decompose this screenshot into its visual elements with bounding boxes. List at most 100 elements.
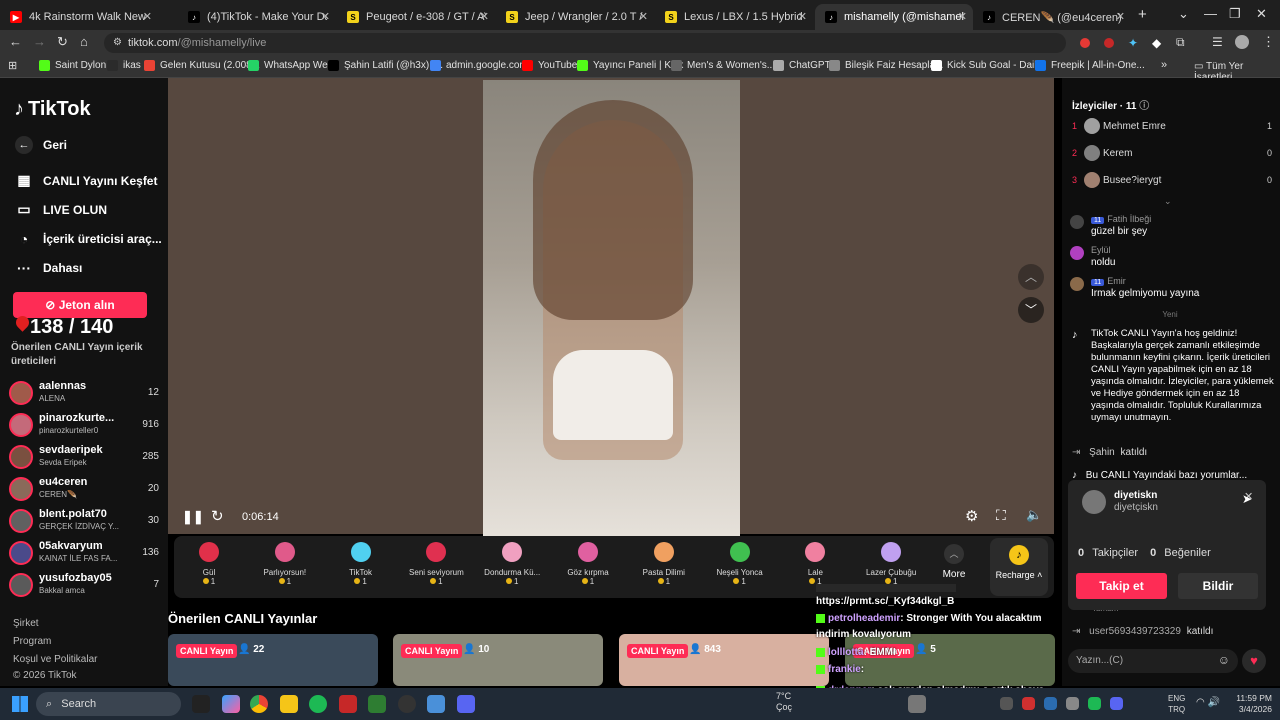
url-bar[interactable]: ⚙ tiktok.com/@mishamelly/live	[104, 33, 1066, 53]
tray-icon[interactable]	[1022, 697, 1035, 710]
get-coins-button[interactable]: ⊘ Jeton alın	[13, 292, 147, 318]
bookmarks-more-button[interactable]: »	[1161, 59, 1167, 71]
chat-message[interactable]: 11 Emir Irmak gelmiyomu yayına	[1070, 276, 1270, 302]
weather-widget[interactable]: 7°C Çoç	[776, 691, 792, 713]
profile-avatar[interactable]	[1235, 35, 1249, 49]
suggested-creator[interactable]: sevdaeripek Sevda Eripek 285	[9, 444, 159, 472]
recommended-live-card[interactable]: CANLI Yayın 👤 10	[393, 634, 603, 686]
bookmark-item[interactable]: Saint Dylon	[39, 60, 106, 71]
maximize-button[interactable]: ❐	[1229, 6, 1241, 22]
suggested-creator[interactable]: eu4ceren CEREN🪶 20	[9, 476, 159, 504]
pause-button[interactable]: ❚❚	[182, 509, 204, 525]
tray-icon[interactable]	[1066, 697, 1079, 710]
app-icon[interactable]	[427, 695, 445, 713]
bookmark-item[interactable]: Gelen Kutusu (2.008...	[144, 60, 260, 71]
app-icon[interactable]	[368, 695, 386, 713]
bookmark-item[interactable]: admin.google.com	[430, 60, 528, 71]
gifts-more-button[interactable]: ︿ More	[936, 544, 972, 580]
discord-icon[interactable]	[457, 695, 475, 713]
close-tab-icon[interactable]: ✕	[798, 10, 807, 23]
gift-item[interactable]: TikTok 1	[326, 540, 396, 586]
report-button[interactable]: Bildir	[1178, 573, 1258, 599]
explorer-icon[interactable]	[280, 695, 298, 713]
suggested-creator[interactable]: blent.polat70 GERÇEK İZDİVAÇ Y... 30	[9, 508, 159, 536]
gift-item[interactable]: Pasta Dilimi 1	[629, 540, 699, 586]
gift-item[interactable]: Lale 1	[780, 540, 850, 586]
footer-link[interactable]: Program	[13, 636, 51, 647]
extension-icon[interactable]: ◆	[1152, 36, 1161, 50]
bookmark-item[interactable]: Şahin Latifi (@h3x) /...	[328, 60, 443, 71]
browser-tab[interactable]: ♪ mishamelly (@mishamelly) ✕	[815, 4, 973, 30]
follow-button[interactable]: Takip et	[1076, 573, 1167, 599]
popup-avatar[interactable]	[1082, 490, 1106, 514]
suggested-creator[interactable]: 05akvaryum KAINAT İLE FAS FA... 136	[9, 540, 159, 568]
puzzle-icon[interactable]: ⧉	[1176, 35, 1185, 50]
forward-icon[interactable]: →	[33, 34, 46, 49]
footer-link[interactable]: Koşul ve Politikalar	[13, 654, 97, 665]
recharge-button[interactable]: ♪ Recharge ˄	[990, 538, 1048, 596]
scroll-up-button[interactable]: ︿	[1018, 264, 1044, 290]
new-tab-button[interactable]: +	[1138, 6, 1147, 23]
recommended-live-card[interactable]: CANLI Yayın 👤 843	[619, 634, 829, 686]
viewer-row[interactable]: 2 Kerem 0	[1072, 145, 1272, 165]
taskview-icon[interactable]	[192, 695, 210, 713]
minimize-button[interactable]: —	[1204, 6, 1217, 21]
extension-icon[interactable]	[1080, 38, 1090, 48]
footer-link[interactable]: Şirket	[13, 618, 39, 629]
browser-tab[interactable]: S Peugeot / e-308 / GT / AYKAN✕	[337, 4, 495, 30]
taskbar-search[interactable]: ⌕ Search	[36, 692, 181, 716]
bookmark-item[interactable]: Yayıncı Paneli | Kick	[577, 60, 683, 71]
viewer-row[interactable]: 3 Busee?ierygt 0	[1072, 172, 1272, 192]
gift-item[interactable]: Lazer Çubuğu 1	[856, 540, 926, 586]
home-icon[interactable]: ⌂	[80, 34, 88, 49]
browser-tab[interactable]: ♪ (4)TikTok - Make Your Day ✕	[178, 4, 336, 30]
info-icon[interactable]: ⓘ	[1139, 101, 1149, 112]
scroll-down-button[interactable]: ﹀	[1018, 297, 1044, 323]
join-user[interactable]: user5693439723329	[1089, 626, 1181, 637]
browser-tab[interactable]: S Lexus / LBX / 1.5 Hybrid / Relax✕	[655, 4, 813, 30]
viewer-row[interactable]: 1 Mehmet Emre 1	[1072, 118, 1272, 138]
suggested-creator[interactable]: yusufozbay05 Bakkal amca 7	[9, 572, 159, 600]
language-indicator[interactable]: ENG TRQ	[1168, 693, 1185, 715]
gift-item[interactable]: Gül 1	[174, 540, 244, 586]
close-tab-icon[interactable]: ✕	[480, 10, 489, 23]
extension-icon[interactable]: ✦	[1128, 36, 1138, 50]
bookmark-item[interactable]: WhatsApp Web	[248, 60, 333, 71]
fullscreen-icon[interactable]: ⛶	[996, 507, 1006, 524]
nav-go-live[interactable]: ▭ LIVE OLUN	[15, 201, 107, 218]
tray-icon[interactable]	[1088, 697, 1101, 710]
gift-item[interactable]: Dondurma Kü... 1	[477, 540, 547, 586]
app-icon[interactable]	[908, 695, 926, 713]
close-window-button[interactable]: ✕	[1256, 6, 1267, 22]
copilot-icon[interactable]	[222, 695, 240, 713]
bookmark-item[interactable]: Men's & Women's...	[671, 60, 775, 71]
site-info-icon[interactable]: ⚙	[113, 33, 122, 53]
wifi-icon[interactable]: ◠ 🔊	[1196, 697, 1220, 708]
tray-icon[interactable]	[1044, 697, 1057, 710]
tab-search-icon[interactable]: ⌄	[1178, 6, 1189, 22]
tray-icon[interactable]	[1110, 697, 1123, 710]
apps-icon[interactable]: ⊞	[8, 59, 17, 72]
gift-item[interactable]: Parlıyorsun! 1	[250, 540, 320, 586]
emoji-icon[interactable]: ☺	[1218, 653, 1230, 667]
more-icon[interactable]: ⋮	[1262, 34, 1275, 50]
bookmark-item[interactable]: Kick Sub Goal - Dail...	[931, 60, 1045, 71]
suggested-creator[interactable]: pinarozkurte... pinarozkurteller0 916	[9, 412, 159, 440]
nav-explore-live[interactable]: ▦ CANLI Yayını Keşfet	[15, 172, 157, 189]
tray-icon[interactable]	[1000, 697, 1013, 710]
spotify-icon[interactable]	[309, 695, 327, 713]
browser-tab[interactable]: S Jeep / Wrangler / 2.0 T / Rubic✕	[496, 4, 654, 30]
viewers-expand-icon[interactable]: ⌄	[1164, 196, 1172, 207]
gift-item[interactable]: Neşeli Yonca 1	[705, 540, 775, 586]
bookmark-item[interactable]: YouTube	[522, 60, 577, 71]
refresh-button[interactable]: ↻	[211, 507, 224, 525]
recommended-live-card[interactable]: CANLI Yayın 👤 5	[845, 634, 1055, 686]
chat-message[interactable]: Eylül noldu	[1070, 245, 1270, 271]
join-user[interactable]: Şahin	[1089, 447, 1115, 458]
nav-creator-tools[interactable]: ◔ İçerik üreticisi araç...	[15, 231, 162, 247]
app-icon[interactable]	[339, 695, 357, 713]
gift-item[interactable]: Seni seviyorum 1	[401, 540, 471, 586]
browser-tab[interactable]: ▶ 4k Rainstorm Walk New York C✕	[0, 4, 158, 30]
back-link[interactable]: ← Geri	[15, 136, 67, 154]
bookmark-item[interactable]: ikas	[107, 60, 141, 71]
